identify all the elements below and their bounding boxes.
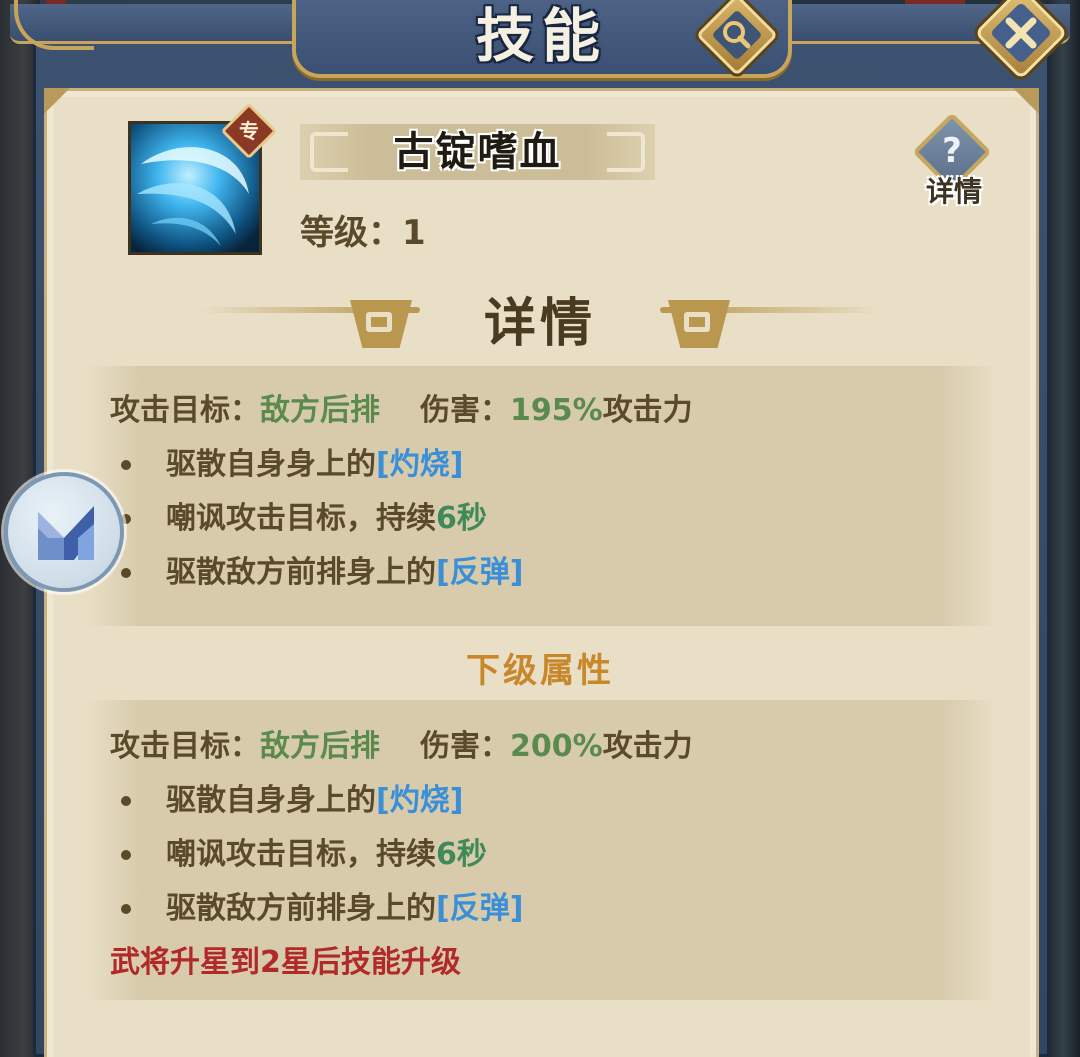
effect-keyword: [灼烧] [376, 447, 464, 482]
next-target-damage-line: 攻击目标：敌方后排 伤害：200%攻击力 [110, 724, 693, 770]
level-value: 1 [402, 213, 426, 253]
damage-suffix: 攻击力 [602, 729, 693, 764]
target-value: 敌方后排 [260, 393, 380, 428]
target-label: 攻击目标： [110, 729, 260, 764]
next-level-title: 下级属性 [466, 651, 614, 691]
target-value: 敌方后排 [260, 729, 380, 764]
damage-value: 195% [510, 393, 603, 428]
bullet [121, 568, 131, 578]
effect-text: 驱散自身身上的 [166, 447, 376, 482]
bullet [121, 796, 131, 806]
next-effect-1: 驱散自身身上的[灼烧] [166, 778, 463, 824]
damage-value: 200% [510, 729, 603, 764]
current-effect-1: 驱散自身身上的[灼烧] [166, 442, 463, 488]
skill-name: 古锭嗜血 [393, 129, 562, 175]
effect-text: 驱散敌方前排身上的 [166, 891, 436, 926]
panel-corner-ornament [44, 88, 70, 114]
next-effect-3: 驱散敌方前排身上的[反弹] [166, 886, 523, 932]
bullet [121, 850, 131, 860]
effect-text: 嘲讽攻击目标，持续 [166, 837, 436, 872]
close-x-icon [1005, 17, 1037, 49]
bullet [121, 460, 131, 470]
current-effect-2: 嘲讽攻击目标，持续6秒 [166, 496, 487, 542]
upgrade-note: 武将升星到2星后技能升级 [110, 945, 461, 980]
skill-level: 等级：1 [300, 205, 426, 255]
exclusive-badge-label: 专 [239, 119, 259, 143]
current-effect-3: 驱散敌方前排身上的[反弹] [166, 550, 523, 596]
bullet [121, 904, 131, 914]
damage-label: 伤害： [420, 729, 510, 764]
effect-keyword: [反弹] [436, 891, 524, 926]
panel-corner-ornament [1013, 88, 1039, 114]
effect-text: 驱散自身身上的 [166, 783, 376, 818]
damage-suffix: 攻击力 [602, 393, 693, 428]
question-icon: ? [942, 131, 962, 171]
target-label: 攻击目标： [110, 393, 260, 428]
effect-text: 驱散敌方前排身上的 [166, 555, 436, 590]
current-target-damage-line: 攻击目标：敌方后排 伤害：195%攻击力 [110, 388, 693, 434]
effect-duration: 6秒 [436, 837, 487, 872]
section-title-details: 详情 [483, 294, 596, 354]
level-label: 等级： [300, 213, 402, 253]
magnifier-icon [723, 21, 751, 49]
background-right-edge [1046, 0, 1080, 1057]
effect-keyword: [灼烧] [376, 783, 464, 818]
next-effect-2: 嘲讽攻击目标，持续6秒 [166, 832, 487, 878]
effect-duration: 6秒 [436, 501, 487, 536]
detail-help-label[interactable]: 详情 [912, 172, 996, 212]
floating-assistant-logo-icon [38, 506, 94, 560]
effect-text: 嘲讽攻击目标，持续 [166, 501, 436, 536]
damage-label: 伤害： [420, 393, 510, 428]
floating-assistant-button[interactable] [4, 472, 124, 592]
effect-keyword: [反弹] [436, 555, 524, 590]
